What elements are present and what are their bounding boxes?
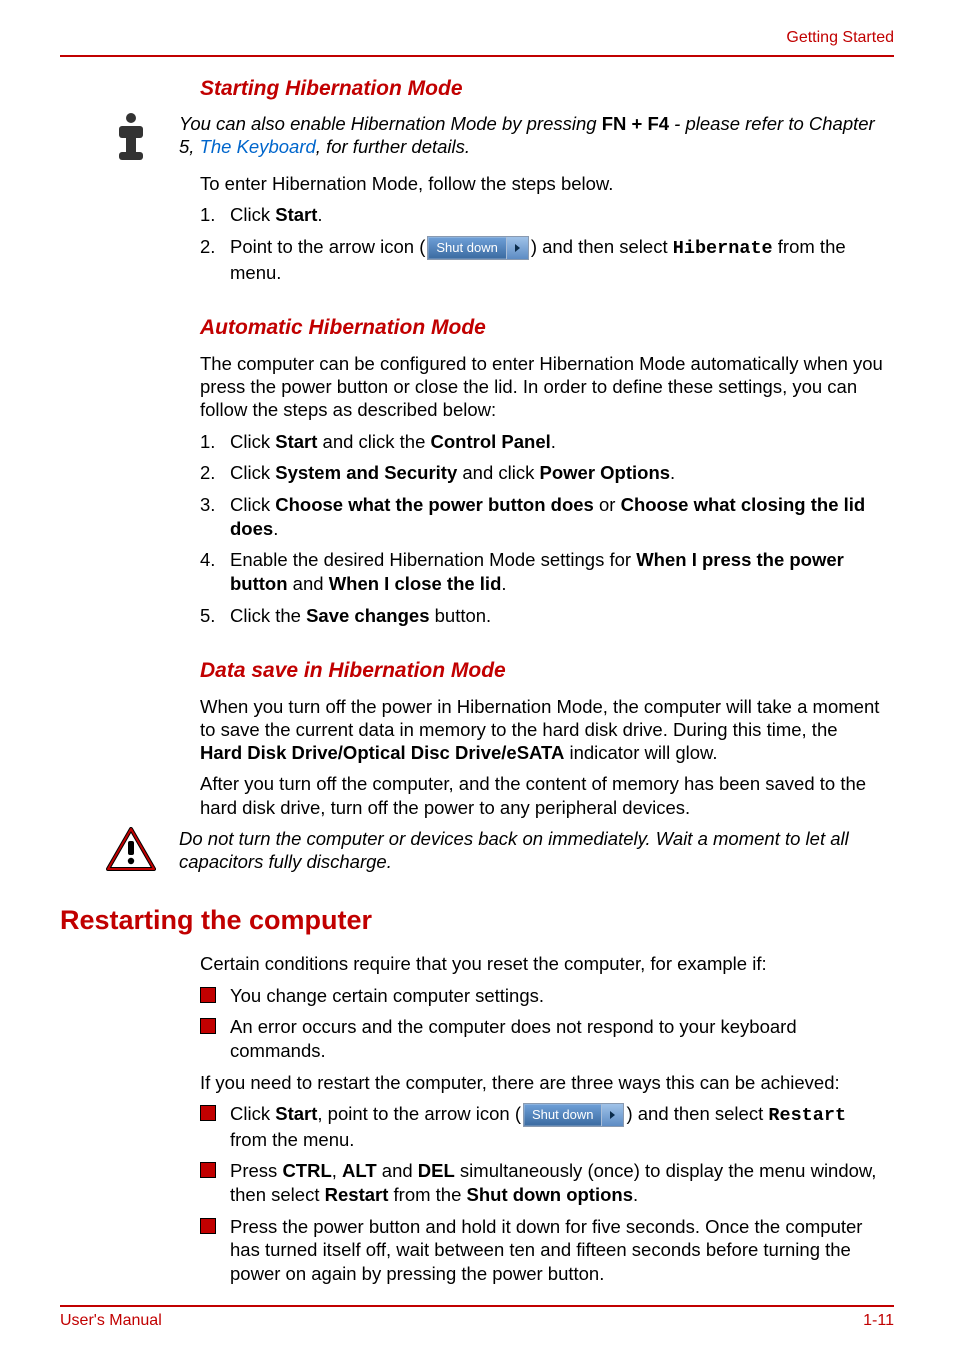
- page-section-header: Getting Started: [60, 28, 894, 55]
- shutdown-button-graphic: Shut down: [523, 1103, 624, 1127]
- link-the-keyboard[interactable]: The Keyboard: [200, 136, 316, 157]
- heading-starting-hibernation: Starting Hibernation Mode: [60, 75, 894, 102]
- info-icon: [109, 112, 153, 162]
- restarting-intro: Certain conditions require that you rese…: [200, 952, 884, 975]
- header-rule: [60, 55, 894, 57]
- heading-restarting: Restarting the computer: [60, 903, 894, 938]
- page-footer: User's Manual 1-11: [60, 1305, 894, 1332]
- info-note-text: You can also enable Hibernation Mode by …: [179, 112, 894, 158]
- warning-note: Do not turn the computer or devices back…: [60, 827, 894, 873]
- restarting-p2: If you need to restart the computer, the…: [200, 1071, 884, 1094]
- datasave-p1: When you turn off the power in Hibernati…: [200, 695, 884, 765]
- footer-page-number: 1-11: [863, 1311, 894, 1332]
- restarting-methods: Click Start, point to the arrow icon (Sh…: [200, 1102, 884, 1286]
- list-item: Point to the arrow icon (Shut down) and …: [200, 235, 884, 284]
- starting-intro: To enter Hibernation Mode, follow the st…: [200, 172, 884, 195]
- list-item: Press CTRL, ALT and DEL simultaneously (…: [200, 1159, 884, 1206]
- list-item: Enable the desired Hibernation Mode sett…: [200, 548, 884, 595]
- shutdown-button-graphic: Shut down: [427, 236, 528, 260]
- list-item: Press the power button and hold it down …: [200, 1215, 884, 1286]
- list-item: An error occurs and the computer does no…: [200, 1015, 884, 1062]
- automatic-steps: Click Start and click the Control Panel.…: [200, 430, 884, 628]
- starting-steps: Click Start. Point to the arrow icon (Sh…: [200, 203, 884, 284]
- list-item: Click System and Security and click Powe…: [200, 461, 884, 485]
- list-item: Click the Save changes button.: [200, 604, 884, 628]
- list-item: Click Start.: [200, 203, 884, 227]
- heading-data-save: Data save in Hibernation Mode: [60, 657, 894, 684]
- automatic-intro: The computer can be configured to enter …: [200, 352, 884, 422]
- heading-automatic-hibernation: Automatic Hibernation Mode: [60, 314, 894, 341]
- list-item: Click Choose what the power button does …: [200, 493, 884, 540]
- warning-icon: [106, 827, 156, 873]
- chevron-right-icon: [506, 237, 528, 259]
- warning-text: Do not turn the computer or devices back…: [179, 827, 894, 873]
- datasave-p2: After you turn off the computer, and the…: [200, 772, 884, 819]
- footer-left: User's Manual: [60, 1311, 162, 1332]
- list-item: Click Start, point to the arrow icon (Sh…: [200, 1102, 884, 1151]
- restarting-conditions: You change certain computer settings. An…: [200, 984, 884, 1063]
- list-item: You change certain computer settings.: [200, 984, 884, 1008]
- list-item: Click Start and click the Control Panel.: [200, 430, 884, 454]
- info-note: You can also enable Hibernation Mode by …: [60, 112, 894, 162]
- chevron-right-icon: [601, 1104, 623, 1126]
